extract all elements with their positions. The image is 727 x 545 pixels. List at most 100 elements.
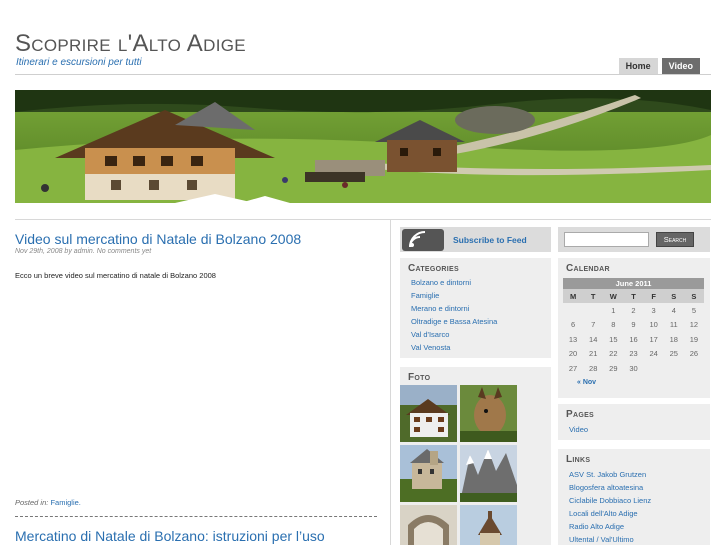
categories-list: Bolzano e dintorni Famiglie Merano e din… <box>411 276 497 354</box>
weekday-label: M <box>563 289 584 303</box>
calendar-day: 16 <box>629 334 638 344</box>
links-widget: Links ASV St. Jakob Grutzen Blogosfera a… <box>558 449 710 545</box>
calendar-day: 25 <box>669 349 678 359</box>
blogroll-link[interactable]: Blogosfera altoatesina <box>569 481 651 494</box>
calendar-day: 6 <box>570 320 576 330</box>
calendar-day: 20 <box>568 349 578 359</box>
calendar-day: 28 <box>589 363 598 373</box>
post-category-link[interactable]: Famiglie. <box>50 498 80 507</box>
weekday-label: S <box>683 289 704 303</box>
posted-in-label: Posted in: <box>15 498 49 507</box>
calendar-week: 6 7 8 9 10 11 12 <box>563 318 704 333</box>
calendar-week: 20 21 22 23 24 25 26 <box>563 347 704 362</box>
main-nav: Home Video <box>618 58 700 74</box>
blogroll-link[interactable]: Locali dell'Alto Adige <box>569 507 651 520</box>
calendar-day: 26 <box>689 349 699 359</box>
weekday-label: F <box>643 289 664 303</box>
links-list: ASV St. Jakob Grutzen Blogosfera altoate… <box>569 468 651 545</box>
blogroll-link[interactable]: Ultental / Val'Ultimo <box>569 533 651 545</box>
calendar-day: 30 <box>629 363 638 373</box>
post-title[interactable]: Mercatino di Natale di Bolzano: istruzio… <box>15 528 325 544</box>
blogroll-link[interactable]: Ciclabile Dobbiaco Lienz <box>569 494 651 507</box>
nav-divider <box>15 74 711 75</box>
calendar-day: 9 <box>631 320 636 330</box>
calendar-day: 10 <box>649 320 658 330</box>
foto-thumbnail[interactable] <box>460 445 517 502</box>
calendar-day <box>583 303 603 318</box>
post-body: Ecco un breve video sul mercatino di nat… <box>15 271 216 280</box>
calendar-day: 7 <box>591 320 596 330</box>
category-link[interactable]: Merano e dintorni <box>411 302 497 315</box>
calendar-day: 3 <box>651 305 656 315</box>
subscribe-feed-link[interactable]: Subscribe to Feed <box>453 235 527 245</box>
search-box: Search <box>558 227 710 252</box>
foto-thumbnail[interactable] <box>460 385 517 442</box>
links-title: Links <box>566 454 591 465</box>
site-description: Itinerari e escursioni per tutti <box>16 57 142 68</box>
calendar-day <box>644 361 664 376</box>
calendar-month: June 2011 <box>563 278 704 289</box>
foto-widget: Foto <box>400 367 551 545</box>
calendar-prev-link[interactable]: « Nov <box>563 376 704 390</box>
pages-widget: Pages Video <box>558 404 710 440</box>
calendar-week: 1 2 3 4 5 <box>563 303 704 318</box>
calendar-day: 19 <box>689 334 699 344</box>
post-separator <box>15 516 377 517</box>
calendar-week: 27 28 29 30 <box>563 361 704 376</box>
foto-grid <box>400 385 517 545</box>
blogroll-link[interactable]: Radio Alto Adige <box>569 520 651 533</box>
weekday-label: T <box>583 289 604 303</box>
calendar-week: 13 14 15 16 17 18 19 <box>563 332 704 347</box>
foto-thumbnail[interactable] <box>400 385 457 442</box>
category-link[interactable]: Oltradige e Bassa Atesina <box>411 315 497 328</box>
categories-widget: Categories Bolzano e dintorni Famiglie M… <box>400 258 551 358</box>
calendar-day: 21 <box>589 349 598 359</box>
blogroll-link[interactable]: ASV St. Jakob Grutzen <box>569 468 651 481</box>
calendar-day: 22 <box>609 349 618 359</box>
calendar-day: 17 <box>649 334 658 344</box>
site-title[interactable]: Scoprire l'Alto Adige <box>15 30 246 58</box>
column-divider <box>390 219 391 545</box>
nav-video[interactable]: Video <box>661 58 700 74</box>
page-link-video[interactable]: Video <box>569 423 588 436</box>
calendar-widget: Calendar June 2011 M T W T F S S 1 2 3 4… <box>558 258 710 398</box>
weekday-label: T <box>623 289 644 303</box>
calendar-day: 8 <box>611 320 616 330</box>
header-banner-image <box>15 90 711 203</box>
foto-thumbnail[interactable] <box>400 505 457 545</box>
calendar-day: 27 <box>568 363 578 373</box>
categories-title: Categories <box>408 263 459 274</box>
category-link[interactable]: Val d'Isarco <box>411 328 497 341</box>
pages-title: Pages <box>566 409 595 420</box>
search-button[interactable]: Search <box>656 232 694 247</box>
category-link[interactable]: Famiglie <box>411 289 497 302</box>
calendar-weekdays: M T W T F S S <box>563 289 704 303</box>
calendar-day: 4 <box>671 305 676 315</box>
calendar-day: 15 <box>609 334 618 344</box>
calendar-day: 1 <box>611 305 616 315</box>
search-input[interactable] <box>564 232 649 247</box>
calendar-day: 5 <box>691 305 696 315</box>
foto-thumbnail[interactable] <box>400 445 457 502</box>
content-divider <box>15 219 711 220</box>
weekday-label: W <box>603 289 624 303</box>
calendar-day: 2 <box>631 305 636 315</box>
calendar-day: 29 <box>609 363 618 373</box>
foto-thumbnail[interactable] <box>460 505 517 545</box>
category-link[interactable]: Bolzano e dintorni <box>411 276 497 289</box>
nav-home[interactable]: Home <box>618 58 658 74</box>
calendar-day <box>684 361 704 376</box>
calendar-day <box>664 361 684 376</box>
category-link[interactable]: Val Venosta <box>411 341 497 354</box>
post-footer: Posted in: Famiglie. <box>15 498 81 507</box>
pages-list: Video <box>569 423 588 436</box>
subscribe-feed-box[interactable]: Subscribe to Feed <box>400 227 551 252</box>
calendar-table: June 2011 M T W T F S S 1 2 3 4 5 6 7 8 … <box>563 278 704 390</box>
calendar-day: 11 <box>669 320 678 330</box>
post-title[interactable]: Video sul mercatino di Natale di Bolzano… <box>15 231 301 247</box>
calendar-day: 14 <box>589 334 598 344</box>
calendar-title: Calendar <box>566 263 610 274</box>
calendar-day: 18 <box>669 334 678 344</box>
calendar-day: 23 <box>629 349 638 359</box>
rss-feed-icon <box>402 229 444 251</box>
